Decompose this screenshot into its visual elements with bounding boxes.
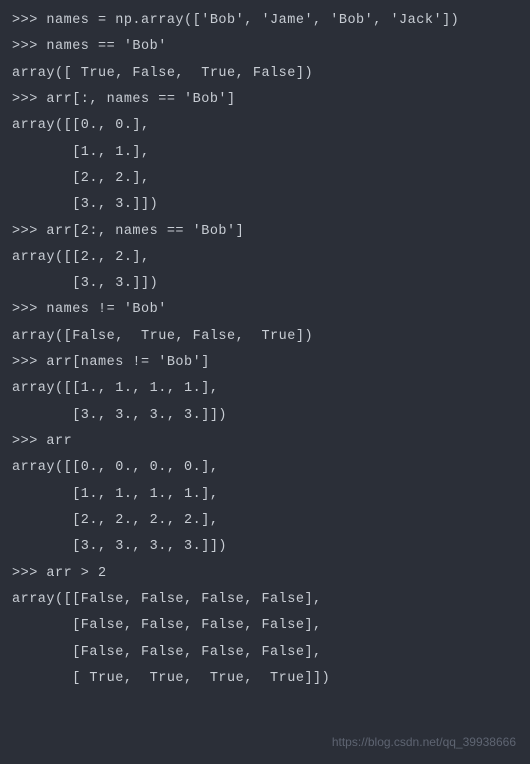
code-line: array([[1., 1., 1., 1.], bbox=[12, 376, 518, 402]
code-line: [1., 1., 1., 1.], bbox=[12, 482, 518, 508]
code-line: [3., 3.]]) bbox=[12, 271, 518, 297]
code-line: >>> arr[:, names == 'Bob'] bbox=[12, 87, 518, 113]
code-line: [2., 2., 2., 2.], bbox=[12, 508, 518, 534]
code-line: array([[False, False, False, False], bbox=[12, 587, 518, 613]
code-line: array([[2., 2.], bbox=[12, 245, 518, 271]
code-line: >>> arr[names != 'Bob'] bbox=[12, 350, 518, 376]
code-line: array([[0., 0., 0., 0.], bbox=[12, 455, 518, 481]
code-line: >>> arr > 2 bbox=[12, 561, 518, 587]
code-line: >>> names == 'Bob' bbox=[12, 34, 518, 60]
code-line: [False, False, False, False], bbox=[12, 640, 518, 666]
code-line: >>> arr bbox=[12, 429, 518, 455]
code-line: >>> names = np.array(['Bob', 'Jame', 'Bo… bbox=[12, 8, 518, 34]
code-line: [2., 2.], bbox=[12, 166, 518, 192]
code-line: >>> names != 'Bob' bbox=[12, 297, 518, 323]
code-line: array([[0., 0.], bbox=[12, 113, 518, 139]
code-line: array([ True, False, True, False]) bbox=[12, 61, 518, 87]
code-line: [3., 3., 3., 3.]]) bbox=[12, 534, 518, 560]
code-line: [3., 3.]]) bbox=[12, 192, 518, 218]
code-line: array([False, True, False, True]) bbox=[12, 324, 518, 350]
code-line: [ True, True, True, True]]) bbox=[12, 666, 518, 692]
code-line: [3., 3., 3., 3.]]) bbox=[12, 403, 518, 429]
code-line: [False, False, False, False], bbox=[12, 613, 518, 639]
terminal-output: >>> names = np.array(['Bob', 'Jame', 'Bo… bbox=[12, 8, 518, 692]
code-line: [1., 1.], bbox=[12, 140, 518, 166]
watermark-text: https://blog.csdn.net/qq_39938666 bbox=[332, 731, 516, 754]
code-line: >>> arr[2:, names == 'Bob'] bbox=[12, 219, 518, 245]
